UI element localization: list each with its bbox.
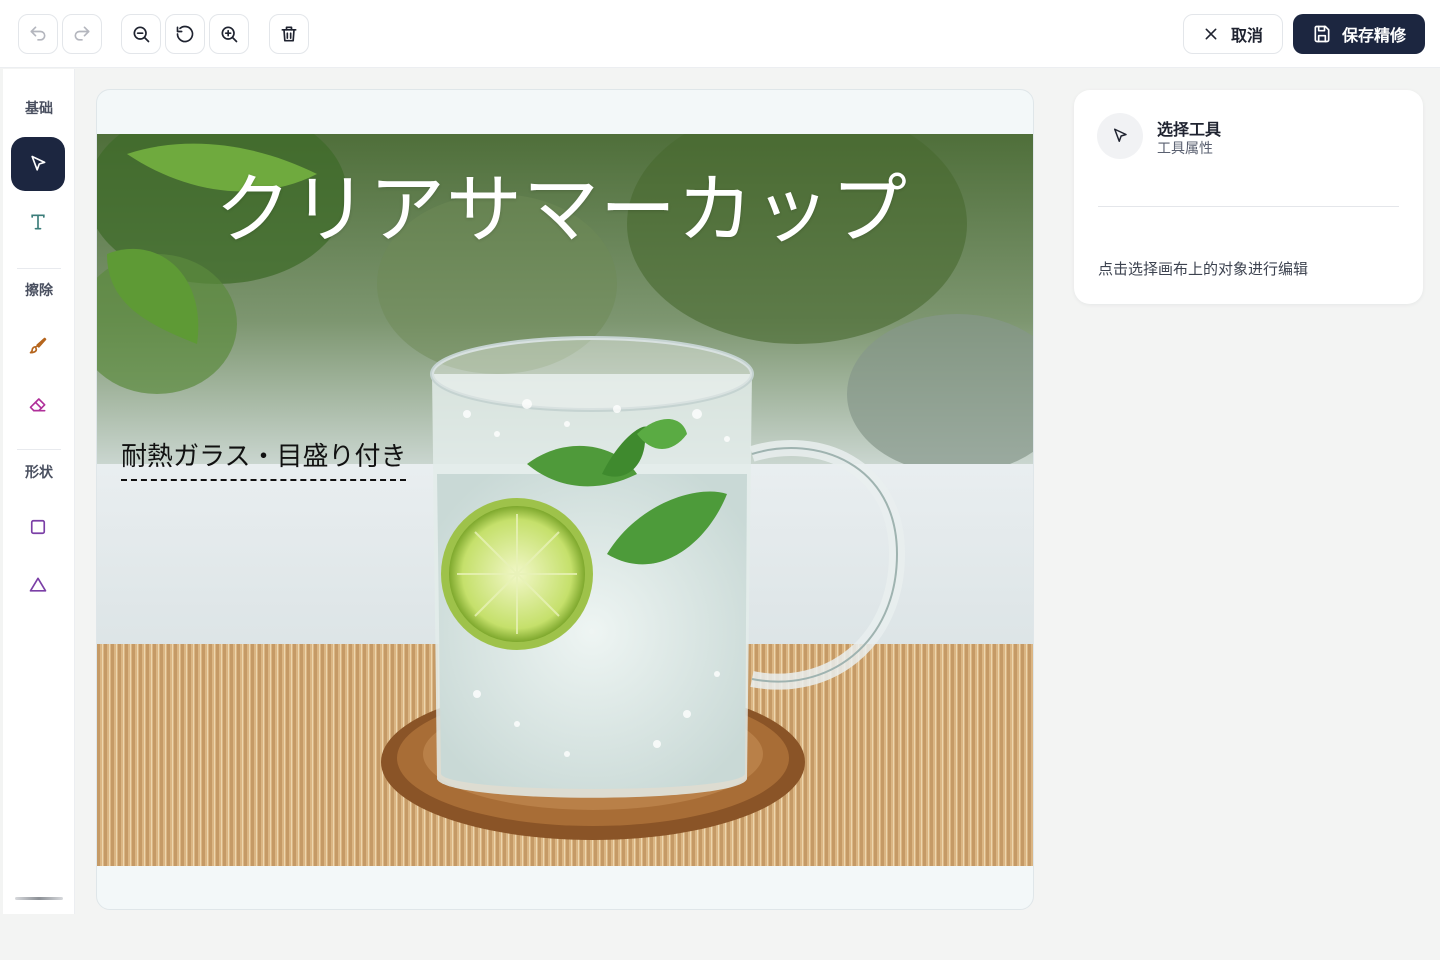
undo-icon: [30, 26, 46, 41]
brush-tool-button[interactable]: [11, 319, 65, 373]
cursor-arrow-icon: [31, 155, 46, 171]
close-icon: [1205, 28, 1217, 40]
rectangle-tool-button[interactable]: [11, 500, 65, 554]
text-tool-button[interactable]: [11, 195, 65, 249]
cancel-button[interactable]: 取消: [1183, 14, 1283, 54]
panel-divider: [1098, 206, 1399, 207]
section-label-basic: 基础: [25, 101, 53, 117]
panel-tool-badge: [1097, 113, 1143, 159]
triangle-icon: [29, 577, 47, 592]
panel-title: 选择工具: [1157, 120, 1222, 139]
tool-sidebar: 基础 擦除 形状: [3, 69, 75, 914]
section-label-shapes: 形状: [25, 465, 53, 481]
rotate-ccw-icon: [176, 25, 194, 43]
delete-button[interactable]: [269, 14, 309, 54]
zoom-in-button[interactable]: [209, 14, 249, 54]
trash-icon: [281, 26, 297, 42]
text-icon: [31, 214, 45, 230]
section-label-erase: 擦除: [25, 283, 53, 299]
undo-button[interactable]: [18, 14, 58, 54]
save-button[interactable]: 保存精修: [1293, 14, 1425, 54]
sidebar-divider: [17, 449, 61, 450]
cursor-arrow-icon: [1114, 128, 1127, 142]
redo-icon: [74, 26, 90, 41]
reset-view-button[interactable]: [165, 14, 205, 54]
eraser-tool-button[interactable]: [11, 377, 65, 431]
save-icon: [1314, 25, 1330, 43]
panel-hint-text: 点击选择画布上的对象进行编辑: [1098, 260, 1309, 278]
sidebar-resize-handle[interactable]: [15, 897, 63, 900]
triangle-tool-button[interactable]: [11, 558, 65, 612]
cancel-label: 取消: [1230, 26, 1263, 45]
panel-subtitle: 工具属性: [1157, 141, 1213, 157]
zoom-out-icon: [133, 26, 150, 43]
canvas-subtitle-text[interactable]: 耐熱ガラス・目盛り付き: [121, 436, 407, 481]
zoom-out-button[interactable]: [121, 14, 161, 54]
sidebar-divider: [17, 268, 61, 269]
top-toolbar: 取消 保存精修: [0, 0, 1440, 68]
eraser-icon: [29, 398, 46, 412]
save-label: 保存精修: [1341, 26, 1406, 45]
select-tool-button[interactable]: [11, 137, 65, 191]
properties-panel: 选择工具 工具属性 点击选择画布上的对象进行编辑: [1074, 90, 1423, 304]
zoom-in-icon: [221, 26, 238, 43]
canvas-title-text[interactable]: クリアサマーカップ: [215, 148, 935, 258]
square-icon: [30, 519, 46, 535]
editor-canvas[interactable]: クリアサマーカップ 耐熱ガラス・目盛り付き: [96, 89, 1034, 910]
brush-icon: [29, 337, 47, 354]
redo-button[interactable]: [62, 14, 102, 54]
